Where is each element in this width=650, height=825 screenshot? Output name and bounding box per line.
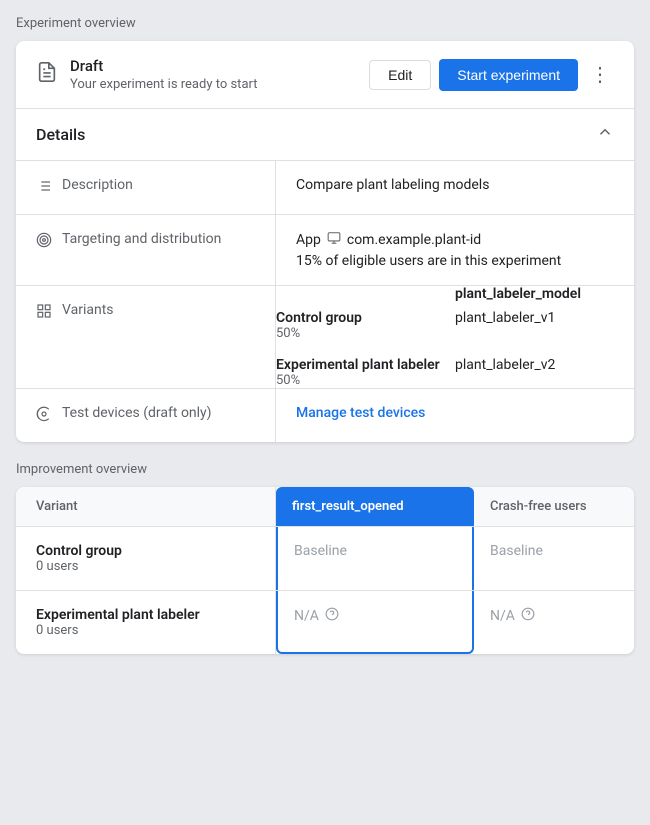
targeting-label-cell: Targeting and distribution <box>16 215 276 285</box>
targeting-icon <box>36 232 52 252</box>
variant-experimental-row: Experimental plant labeler 50% plant_lab… <box>276 357 634 388</box>
description-value: Compare plant labeling models <box>276 161 634 214</box>
draft-header: Draft Your experiment is ready to start … <box>16 41 634 109</box>
imp-control-variant-cell: Control group 0 users <box>16 527 276 590</box>
imp-control-first-result: Baseline <box>276 527 474 590</box>
experiment-overview-card: Draft Your experiment is ready to start … <box>16 41 634 442</box>
improvement-header: Variant first_result_opened Crash-free u… <box>16 487 634 527</box>
imp-header-variant: Variant <box>16 487 276 526</box>
targeting-row: Targeting and distribution App com.examp… <box>16 215 634 286</box>
imp-control-users: 0 users <box>36 559 255 574</box>
details-section-header: Details <box>16 109 634 161</box>
test-devices-icon <box>36 406 52 426</box>
help-icon-crash-free[interactable] <box>521 607 535 625</box>
variant-control-model: plant_labeler_v1 <box>455 310 555 326</box>
imp-experimental-crash-free: N/A <box>474 591 634 654</box>
imp-row-control: Control group 0 users Baseline Baseline <box>16 527 634 591</box>
variant-experimental-name: Experimental plant labeler <box>276 357 455 373</box>
imp-control-name: Control group <box>36 543 255 559</box>
variant-control-name: Control group <box>276 310 455 326</box>
collapse-icon[interactable] <box>596 123 614 146</box>
targeting-pct: 15% of eligible users are in this experi… <box>296 253 614 269</box>
test-devices-value: Manage test devices <box>276 389 634 442</box>
variant-experimental-pct: 50% <box>276 373 455 388</box>
variants-value: plant_labeler_model Control group 50% pl… <box>276 286 634 388</box>
section2-title: Improvement overview <box>16 462 634 477</box>
variant-control-right: plant_labeler_v1 <box>455 310 634 341</box>
variant-col-header: plant_labeler_model <box>455 286 581 302</box>
imp-experimental-first-result: N/A <box>276 591 474 654</box>
imp-header-first-result: first_result_opened <box>276 487 474 526</box>
targeting-app-line: App com.example.plant-id <box>296 231 614 249</box>
variants-label-cell: Variants <box>16 286 276 388</box>
details-title: Details <box>36 125 85 144</box>
variant-experimental-right: plant_labeler_v2 <box>455 357 634 388</box>
draft-icon <box>36 61 58 88</box>
variants-left-col <box>276 286 455 310</box>
manage-test-devices-link[interactable]: Manage test devices <box>296 405 425 421</box>
variant-experimental-left: Experimental plant labeler 50% <box>276 357 455 388</box>
imp-row-experimental: Experimental plant labeler 0 users N/A <box>16 591 634 654</box>
na-first-result-text: N/A <box>294 608 319 624</box>
test-devices-label-cell: Test devices (draft only) <box>16 389 276 442</box>
draft-title: Draft <box>70 57 369 75</box>
targeting-value: App com.example.plant-id 15% of eligible… <box>276 215 634 285</box>
description-text: Compare plant labeling models <box>296 177 489 193</box>
app-icon <box>327 231 341 249</box>
app-id: com.example.plant-id <box>347 232 481 248</box>
variants-right-col-header: plant_labeler_model <box>455 286 634 310</box>
test-devices-row: Test devices (draft only) Manage test de… <box>16 389 634 442</box>
na-crash-free-row: N/A <box>490 607 618 625</box>
page-container: Experiment overview Draft Your experimen… <box>0 0 650 690</box>
na-crash-free-text: N/A <box>490 608 515 624</box>
imp-experimental-variant-cell: Experimental plant labeler 0 users <box>16 591 276 654</box>
imp-experimental-users: 0 users <box>36 623 255 638</box>
variant-control-pct: 50% <box>276 326 455 341</box>
test-devices-label: Test devices (draft only) <box>62 405 212 421</box>
section1-title: Experiment overview <box>16 16 634 31</box>
description-icon <box>36 178 52 198</box>
description-row: Description Compare plant labeling model… <box>16 161 634 215</box>
draft-actions: Edit Start experiment ⋮ <box>369 59 614 91</box>
imp-control-crash-free: Baseline <box>474 527 634 590</box>
more-options-button[interactable]: ⋮ <box>586 61 614 89</box>
variants-label: Variants <box>62 302 114 318</box>
targeting-label: Targeting and distribution <box>62 231 221 247</box>
variant-control-left: Control group 50% <box>276 310 455 341</box>
variant-experimental-model: plant_labeler_v2 <box>455 357 555 373</box>
improvement-card: Variant first_result_opened Crash-free u… <box>16 487 634 654</box>
variants-row: Variants plant_labeler_model Control gro… <box>16 286 634 389</box>
start-experiment-button[interactable]: Start experiment <box>439 59 578 91</box>
variants-cols: plant_labeler_model <box>276 286 634 310</box>
description-label-cell: Description <box>16 161 276 214</box>
draft-info: Draft Your experiment is ready to start <box>70 57 369 92</box>
help-icon-first-result[interactable] <box>325 607 339 625</box>
edit-button[interactable]: Edit <box>369 60 431 90</box>
imp-header-crash-free: Crash-free users <box>474 487 634 526</box>
draft-subtitle: Your experiment is ready to start <box>70 77 369 92</box>
na-first-result-row: N/A <box>294 607 456 625</box>
description-label: Description <box>62 177 133 193</box>
imp-experimental-name: Experimental plant labeler <box>36 607 255 623</box>
app-prefix: App <box>296 232 321 248</box>
variants-icon <box>36 303 52 323</box>
variant-control-row: Control group 50% plant_labeler_v1 <box>276 310 634 341</box>
